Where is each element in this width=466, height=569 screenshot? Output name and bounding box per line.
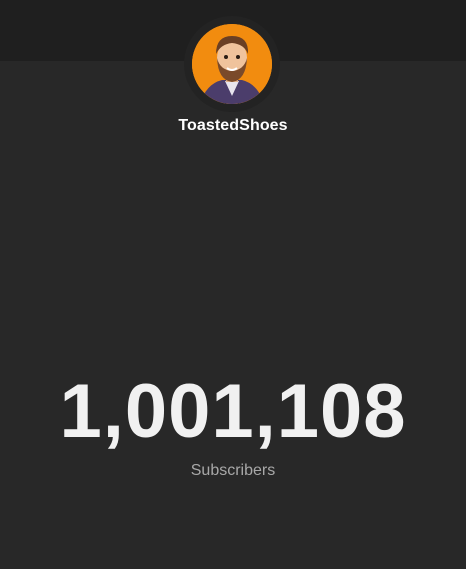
channel-name[interactable]: ToastedShoes bbox=[0, 117, 466, 135]
subscriber-counter-page: ToastedShoes 1,001,108 Subscribers bbox=[0, 0, 466, 569]
subscriber-label: Subscribers bbox=[190, 462, 276, 479]
subscriber-count: 1,001,108 bbox=[59, 369, 407, 454]
channel-avatar[interactable] bbox=[192, 24, 272, 104]
bearded-man-avatar-icon bbox=[192, 24, 272, 104]
avatar-ring bbox=[184, 16, 280, 112]
